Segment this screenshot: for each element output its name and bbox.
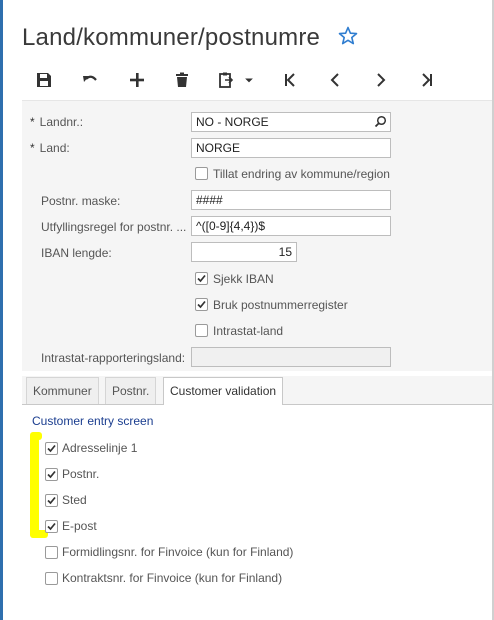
postnr-checkbox[interactable]	[45, 468, 58, 481]
formidlingsnr-checkbox[interactable]	[45, 546, 58, 559]
landnr-field[interactable]: NO - NORGE	[191, 112, 391, 132]
sjekk-iban-label: Sjekk IBAN	[213, 272, 274, 286]
land-label: * Land:	[30, 141, 70, 155]
page-title: Land/kommuner/postnumre	[22, 24, 321, 51]
formidlingsnr-label: Formidlingsnr. for Finvoice (kun for Fin…	[62, 545, 294, 559]
bruk-postnummerregister-checkbox[interactable]	[195, 298, 208, 311]
landnr-label: * Landnr.:	[30, 115, 84, 129]
postnr-label: Postnr.	[62, 467, 100, 481]
sted-checkbox[interactable]	[45, 494, 58, 507]
intrastat-land-label: Intrastat-land	[213, 324, 284, 338]
sted-label: Sted	[62, 493, 87, 507]
intrastat-land-checkbox[interactable]	[195, 324, 208, 337]
highlight-mark-top	[30, 432, 42, 440]
postnr-maske-label: Postnr. maske:	[41, 194, 121, 208]
sjekk-iban-checkbox[interactable]	[195, 272, 208, 285]
tab-bar: Kommuner Postnr. Customer validation	[22, 376, 492, 405]
landnr-value: NO - NORGE	[196, 115, 269, 129]
chevron-down-icon[interactable]	[242, 68, 256, 92]
next-icon[interactable]	[369, 68, 393, 92]
adresselinje-1-label: Adresselinje 1	[62, 441, 138, 455]
tillat-endring-label: Tillat endring av kommune/region	[213, 167, 390, 181]
last-icon[interactable]	[415, 68, 439, 92]
utfyllingsregel-value: ^([0-9]{4,4})$	[196, 219, 266, 233]
favorite-star-icon[interactable]	[338, 26, 358, 46]
kontraktsnr-label: Kontraktsnr. for Finvoice (kun for Finla…	[62, 571, 283, 585]
land-value: NORGE	[196, 141, 241, 155]
undo-icon[interactable]	[78, 68, 102, 92]
highlight-mark	[30, 433, 39, 538]
add-icon[interactable]	[125, 68, 149, 92]
iban-lengde-label: IBAN lengde:	[41, 246, 112, 260]
intrastat-rapporteringsland-field[interactable]	[191, 347, 391, 367]
clipboard-icon[interactable]	[214, 68, 238, 92]
section-title: Customer entry screen	[32, 414, 154, 428]
search-icon[interactable]	[374, 115, 387, 128]
tillat-endring-checkbox[interactable]	[195, 167, 208, 180]
tab-postnr[interactable]: Postnr.	[105, 377, 157, 404]
utfyllingsregel-field[interactable]: ^([0-9]{4,4})$	[191, 216, 391, 236]
postnr-maske-value: ####	[196, 193, 223, 207]
form-panel: * Landnr.: NO - NORGE * Land: NORGE Tillat…	[22, 100, 492, 371]
iban-lengde-value: 15	[278, 245, 292, 259]
first-icon[interactable]	[278, 68, 302, 92]
e-post-label: E-post	[62, 519, 97, 533]
bruk-postnummerregister-label: Bruk postnummerregister	[213, 298, 348, 312]
save-icon[interactable]	[32, 68, 56, 92]
adresselinje-1-checkbox[interactable]	[45, 442, 58, 455]
iban-lengde-field[interactable]: 15	[191, 242, 297, 262]
toolbar	[22, 64, 494, 96]
tab-kommuner[interactable]: Kommuner	[26, 377, 99, 404]
intrastat-rapporteringsland-label: Intrastat-rapporteringsland:	[41, 351, 186, 365]
delete-icon[interactable]	[170, 68, 194, 92]
kontraktsnr-checkbox[interactable]	[45, 572, 58, 585]
utfyllingsregel-label: Utfyllingsregel for postnr. ...	[41, 220, 187, 234]
e-post-checkbox[interactable]	[45, 520, 58, 533]
previous-icon[interactable]	[323, 68, 347, 92]
left-accent-bar	[0, 0, 3, 620]
postnr-maske-field[interactable]: ####	[191, 190, 391, 210]
tab-customer-validation[interactable]: Customer validation	[163, 377, 284, 405]
land-field[interactable]: NORGE	[191, 138, 391, 158]
